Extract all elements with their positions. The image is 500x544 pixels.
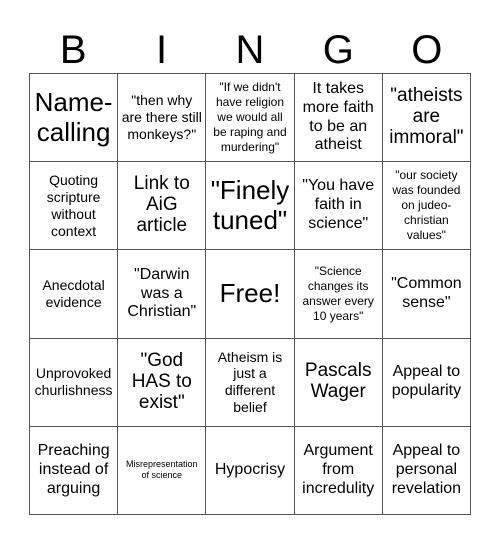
bingo-cell-i3[interactable]: "Darwin was a Christian" [118,250,207,339]
bingo-cell-text: "atheists are immoral" [389,85,464,149]
bingo-card-grid: Name-calling "then why are there still mo… [29,73,471,515]
bingo-cell-o4[interactable]: Appeal to popularity [382,338,471,427]
bingo-cell-b2[interactable]: Quoting scripture without context [30,162,119,251]
bingo-cell-o5[interactable]: Appeal to personal revelation [382,426,471,515]
bingo-cell-o2[interactable]: "our society was founded on judeo-christ… [382,162,471,251]
bingo-cell-text: It takes more faith to be an atheist [302,79,374,154]
bingo-cell-text: Appeal to personal revelation [391,442,462,497]
bingo-cell-text: Argument from incredulity [302,442,375,497]
bingo-cell-i4[interactable]: "God HAS to exist" [118,338,207,427]
bingo-cell-g1[interactable]: It takes more faith to be an atheist [294,74,383,163]
bingo-cell-text: "Finely tuned" [210,174,290,235]
bingo-cell-text: Appeal to popularity [391,363,462,400]
bingo-cell-b5[interactable]: Preaching instead of arguing [30,426,119,515]
bingo-cell-text: "If we didn't have religion we would all… [213,80,287,155]
header-letter-b: B [59,28,87,72]
bingo-header: B I N G O [29,28,471,73]
bingo-cell-text: Misrepresentation of science [126,458,198,481]
bingo-cell-g2[interactable]: "You have faith in science" [294,162,383,251]
bingo-cell-g5[interactable]: Argument from incredulity [294,426,383,515]
bingo-cell-i5[interactable]: Misrepresentation of science [118,426,207,515]
bingo-cell-text: "God HAS to exist" [131,349,192,413]
bingo-cell-n2[interactable]: "Finely tuned" [206,162,295,251]
bingo-cell-text: Free! [219,278,281,309]
bingo-cell-o1[interactable]: "atheists are immoral" [382,74,471,163]
bingo-cell-n1[interactable]: "If we didn't have religion we would all… [206,74,295,163]
bingo-cell-g3[interactable]: "Science changes its answer every 10 yea… [294,250,383,339]
bingo-cell-g4[interactable]: Pascals Wager [294,338,383,427]
bingo-cell-text: Hypocrisy [214,460,286,478]
bingo-cell-text: "then why are there still monkeys?" [121,92,202,142]
bingo-cell-text: Quoting scripture without context [46,172,101,239]
bingo-cell-b4[interactable]: Unprovoked churlishness [30,338,119,427]
bingo-cell-text: "Darwin was a Christian" [127,265,197,321]
bingo-cell-text: Unprovoked churlishness [34,365,113,399]
bingo-cell-b1[interactable]: Name-calling [30,74,119,163]
bingo-cell-n4[interactable]: Atheism is just a different belief [206,338,295,427]
bingo-cell-text: "Science changes its answer every 10 yea… [302,263,374,323]
bingo-cell-b3[interactable]: Anecdotal evidence [30,250,119,339]
bingo-cell-text: "our society was founded on judeo-christ… [392,168,461,243]
free-space-cell[interactable]: Free! [206,250,295,339]
header-letter-n: N [235,28,265,72]
bingo-cell-text: Name-calling [34,86,113,147]
header-letter-g: G [322,28,354,72]
bingo-cell-i1[interactable]: "then why are there still monkeys?" [118,74,207,163]
bingo-cell-text: Pascals Wager [304,360,372,403]
header-letter-o: O [411,28,443,72]
bingo-cell-i2[interactable]: Link to AiG article [118,162,207,251]
bingo-cell-text: Anecdotal evidence [42,277,105,310]
header-letter-i: I [156,28,168,72]
bingo-cell-text: Link to AiG article [133,173,190,237]
bingo-cell-text: Atheism is just a different belief [217,348,283,415]
bingo-cell-text: "You have faith in science" [302,177,375,233]
bingo-cell-text: Preaching instead of arguing [37,442,110,497]
bingo-cell-o3[interactable]: "Common sense" [382,250,471,339]
bingo-cell-text: "Common sense" [391,275,462,311]
bingo-cell-n5[interactable]: Hypocrisy [206,426,295,515]
